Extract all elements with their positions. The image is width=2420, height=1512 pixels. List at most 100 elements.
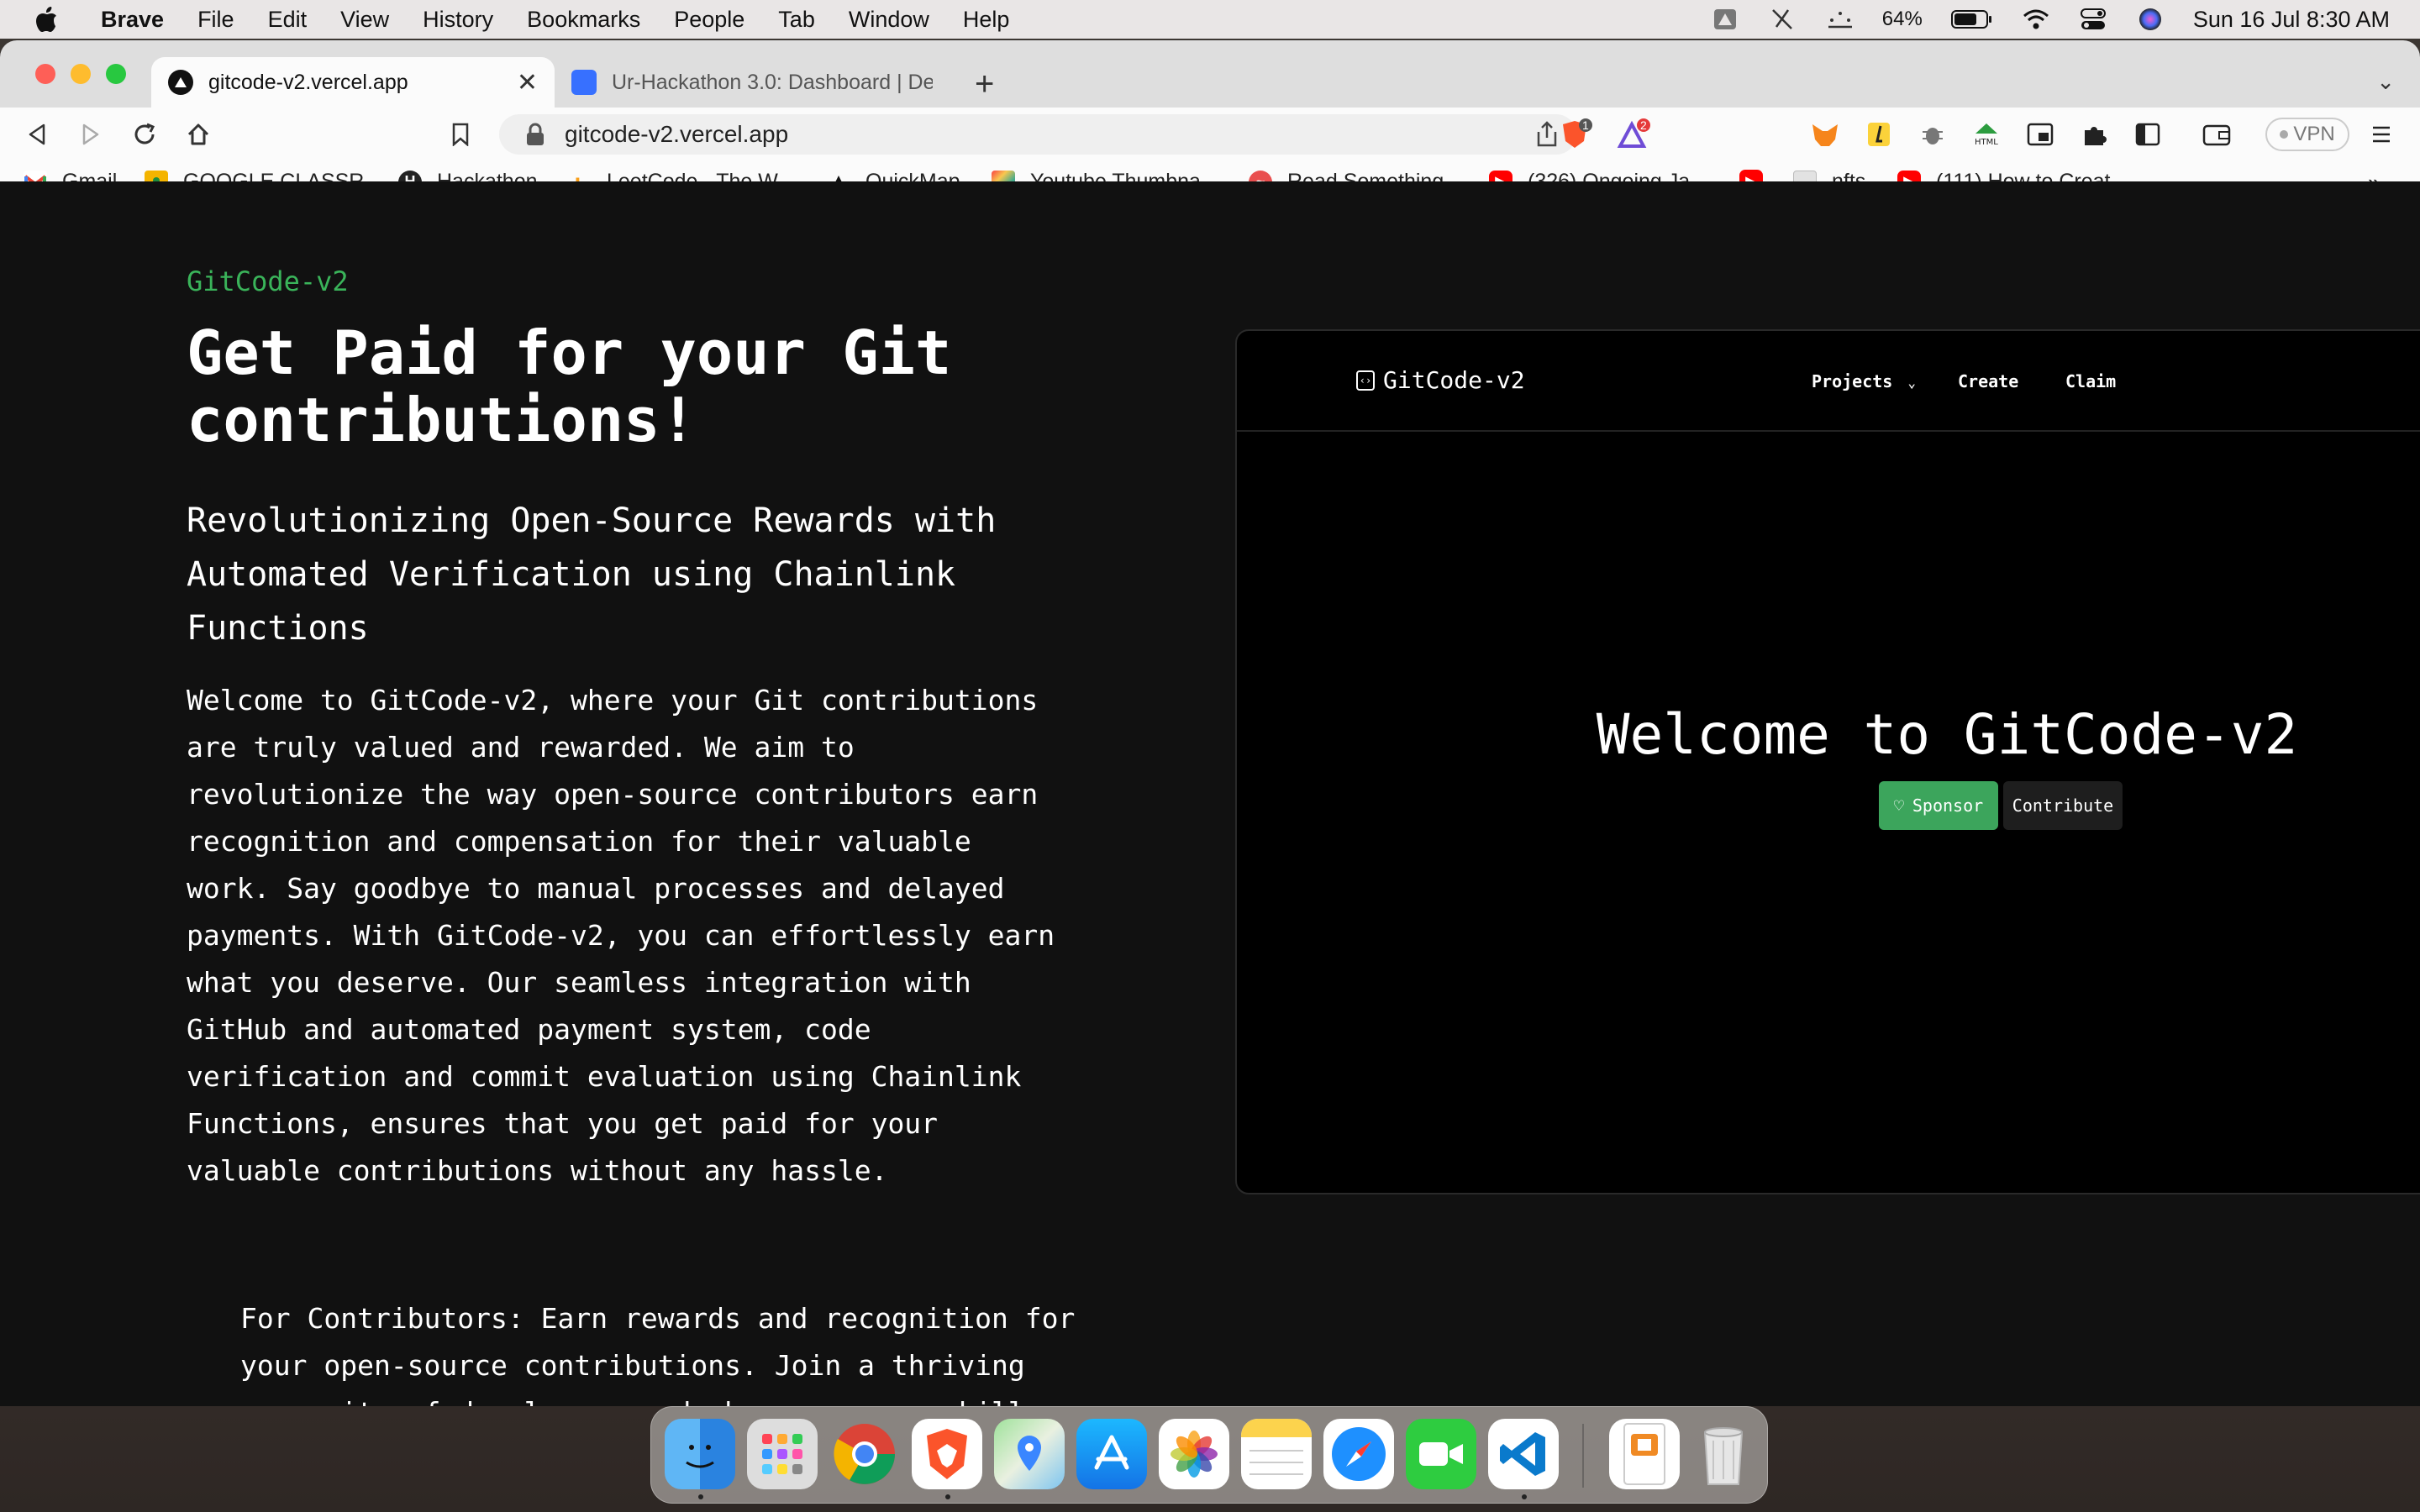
chrome-icon[interactable] xyxy=(829,1419,900,1489)
share-icon[interactable] xyxy=(1534,121,1560,154)
menu-window[interactable]: Window xyxy=(849,7,929,33)
page-headline: Get Paid for your Git contributions! xyxy=(187,318,952,455)
contributors-paragraph: For Contributors: Earn rewards and recog… xyxy=(240,1302,1076,1406)
facetime-icon[interactable] xyxy=(1406,1419,1476,1489)
reload-button[interactable] xyxy=(129,119,160,150)
svg-text:HTML: HTML xyxy=(1975,138,1998,147)
intro-paragraph: Welcome to GitCode-v2, where your Git co… xyxy=(187,684,1055,1187)
preview-welcome-heading: Welcome to GitCode-v2 xyxy=(1596,702,2298,767)
bookmark-page-icon[interactable] xyxy=(445,119,476,150)
notes-icon[interactable] xyxy=(1241,1419,1312,1489)
metamask-extension-icon[interactable] xyxy=(1810,119,1840,150)
brave-rewards-icon[interactable]: 2 xyxy=(1617,118,1650,150)
maps-icon[interactable] xyxy=(994,1419,1065,1489)
finder-icon[interactable] xyxy=(665,1419,735,1489)
lock-icon[interactable] xyxy=(524,122,546,147)
site-brand[interactable]: GitCode-v2 xyxy=(187,265,349,297)
web-page: GitCode-v2 Get Paid for your Git contrib… xyxy=(0,181,2420,1406)
menu-file[interactable]: File xyxy=(197,7,234,33)
dock xyxy=(650,1406,1768,1504)
trash-icon[interactable] xyxy=(1688,1419,1759,1489)
forward-button[interactable] xyxy=(76,119,106,150)
bug-extension-icon[interactable] xyxy=(1918,119,1948,150)
photos-icon[interactable] xyxy=(1159,1419,1229,1489)
siri-icon[interactable] xyxy=(2136,7,2165,32)
running-indicator xyxy=(945,1494,950,1499)
sponsor-label: Sponsor xyxy=(1912,795,1984,816)
preview-logo[interactable]: ‹› GitCode-v2 xyxy=(1356,366,1525,394)
close-tab-icon[interactable]: ✕ xyxy=(517,68,538,97)
minimize-window-button[interactable] xyxy=(71,64,91,84)
toolbar: gitcode-v2.vercel.app 1 2 HTML VPN xyxy=(0,108,2420,161)
devfolio-favicon-icon xyxy=(571,70,597,95)
menu-help[interactable]: Help xyxy=(963,7,1010,33)
zoom-window-button[interactable] xyxy=(106,64,126,84)
vpn-button[interactable]: VPN xyxy=(2265,118,2349,151)
preview-logo-text: GitCode-v2 xyxy=(1383,366,1525,394)
menu-view[interactable]: View xyxy=(340,7,389,33)
wallet-icon[interactable] xyxy=(2202,119,2232,150)
running-indicator xyxy=(698,1494,703,1499)
menu-app-name[interactable]: Brave xyxy=(101,7,164,33)
launchpad-icon[interactable] xyxy=(747,1419,818,1489)
app-preview: ‹› GitCode-v2 Projects ⌄ Create Claim We… xyxy=(1235,329,2420,1194)
contribute-button[interactable]: Contribute xyxy=(2003,781,2123,830)
mute-icon[interactable] xyxy=(1768,7,1797,32)
menubar: Brave File Edit View History Bookmarks P… xyxy=(0,0,2420,39)
close-window-button[interactable] xyxy=(35,64,55,84)
preview-navbar: ‹› GitCode-v2 Projects ⌄ Create Claim xyxy=(1237,331,2420,432)
code-icon: ‹› xyxy=(1356,370,1375,391)
sidebar-toggle-icon[interactable] xyxy=(2133,119,2163,150)
drive-icon[interactable] xyxy=(1711,7,1739,32)
chevron-down-icon: ⌄ xyxy=(1907,375,1917,391)
home-button[interactable] xyxy=(183,119,213,150)
brave-icon[interactable] xyxy=(912,1419,982,1489)
nav-label: Projects xyxy=(1812,371,1893,391)
preview-actions: ♡ Sponsor Contribute xyxy=(1879,781,2123,830)
hamburger-menu-icon[interactable] xyxy=(2366,119,2396,150)
new-tab-button[interactable]: + xyxy=(975,66,994,103)
preview-nav-create[interactable]: Create xyxy=(1958,371,2018,391)
menu-edit[interactable]: Edit xyxy=(268,7,308,33)
vpn-label: VPN xyxy=(2293,123,2335,145)
tab-title: gitcode-v2.vercel.app xyxy=(208,70,408,94)
dock-separator xyxy=(1582,1424,1584,1488)
scanning-icon[interactable] xyxy=(1825,7,1854,32)
control-center-icon[interactable] xyxy=(2079,7,2107,32)
extensions-puzzle-icon[interactable] xyxy=(2079,119,2109,150)
epub-document-icon[interactable] xyxy=(1609,1419,1680,1489)
sponsor-button[interactable]: ♡ Sponsor xyxy=(1879,781,1998,830)
html-extension-icon[interactable]: HTML xyxy=(1971,119,2002,150)
tab-search-chevron-icon[interactable]: ⌄ xyxy=(2376,69,2395,95)
battery-icon[interactable] xyxy=(1950,7,1993,32)
menu-people[interactable]: People xyxy=(674,7,744,33)
wifi-icon[interactable] xyxy=(2022,7,2050,32)
safari-icon[interactable] xyxy=(1323,1419,1394,1489)
extension-l-icon[interactable] xyxy=(1864,119,1894,150)
url-text[interactable]: gitcode-v2.vercel.app xyxy=(565,121,788,148)
tab-strip: gitcode-v2.vercel.app ✕ Ur-Hackathon 3.0… xyxy=(0,40,2420,108)
clock[interactable]: Sun 16 Jul 8:30 AM xyxy=(2193,7,2390,33)
picture-in-picture-icon[interactable] xyxy=(2025,119,2055,150)
tab-gitcode[interactable]: gitcode-v2.vercel.app ✕ xyxy=(151,57,555,108)
vpn-status-dot-icon xyxy=(2280,130,2289,139)
apple-menu-icon[interactable] xyxy=(30,3,64,36)
shields-badge: 1 xyxy=(1582,118,1589,132)
brave-shields-icon[interactable]: 1 xyxy=(1560,118,1593,150)
tab-title: Ur-Hackathon 3.0: Dashboard | Dev xyxy=(612,70,933,94)
running-indicator xyxy=(1522,1494,1527,1499)
window-controls xyxy=(35,64,126,84)
address-bar[interactable]: gitcode-v2.vercel.app xyxy=(499,114,1576,155)
menu-tab[interactable]: Tab xyxy=(778,7,815,33)
heart-icon: ♡ xyxy=(1893,795,1904,816)
menu-history[interactable]: History xyxy=(423,7,493,33)
preview-nav-claim[interactable]: Claim xyxy=(2065,371,2116,391)
page-subheadline: Revolutionizing Open-Source Rewards with… xyxy=(187,501,997,648)
app-store-icon[interactable] xyxy=(1076,1419,1147,1489)
preview-nav-projects[interactable]: Projects ⌄ xyxy=(1812,371,1916,391)
tab-ur-hackathon[interactable]: Ur-Hackathon 3.0: Dashboard | Dev xyxy=(555,57,950,108)
menu-bookmarks[interactable]: Bookmarks xyxy=(527,7,640,33)
status-area: 64% Sun 16 Jul 8:30 AM xyxy=(1711,0,2390,39)
back-button[interactable] xyxy=(22,119,52,150)
vscode-icon[interactable] xyxy=(1488,1419,1559,1489)
